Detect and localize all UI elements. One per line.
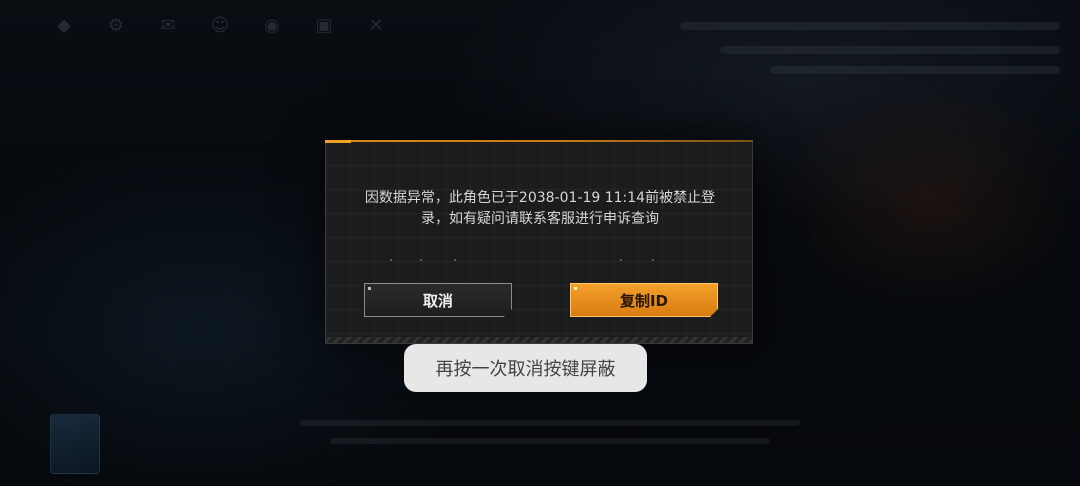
button-corner-dot bbox=[574, 287, 577, 290]
dialog-accent-line bbox=[325, 140, 753, 143]
copy-id-button[interactable]: 复制ID bbox=[570, 283, 718, 317]
ban-notice-dialog: 因数据异常，此角色已于2038-01-19 11:14前被禁止登 录，如有疑问请… bbox=[325, 140, 753, 344]
button-corner-dot bbox=[368, 287, 371, 290]
copy-id-button-label: 复制ID bbox=[619, 291, 669, 310]
ban-message: 因数据异常，此角色已于2038-01-19 11:14前被禁止登 录，如有疑问请… bbox=[364, 188, 716, 230]
ban-message-line-2: 录，如有疑问请联系客服进行申诉查询 bbox=[421, 211, 659, 227]
toast-message: 再按一次取消按键屏蔽 bbox=[404, 344, 647, 392]
decorative-dots bbox=[390, 259, 690, 261]
toast-text: 再按一次取消按键屏蔽 bbox=[435, 359, 616, 380]
dialog-bottom-stripes bbox=[326, 337, 752, 343]
cancel-button[interactable]: 取消 bbox=[364, 283, 512, 317]
ban-message-line-1: 因数据异常，此角色已于2038-01-19 11:14前被禁止登 bbox=[364, 190, 716, 206]
cancel-button-label: 取消 bbox=[422, 291, 453, 310]
